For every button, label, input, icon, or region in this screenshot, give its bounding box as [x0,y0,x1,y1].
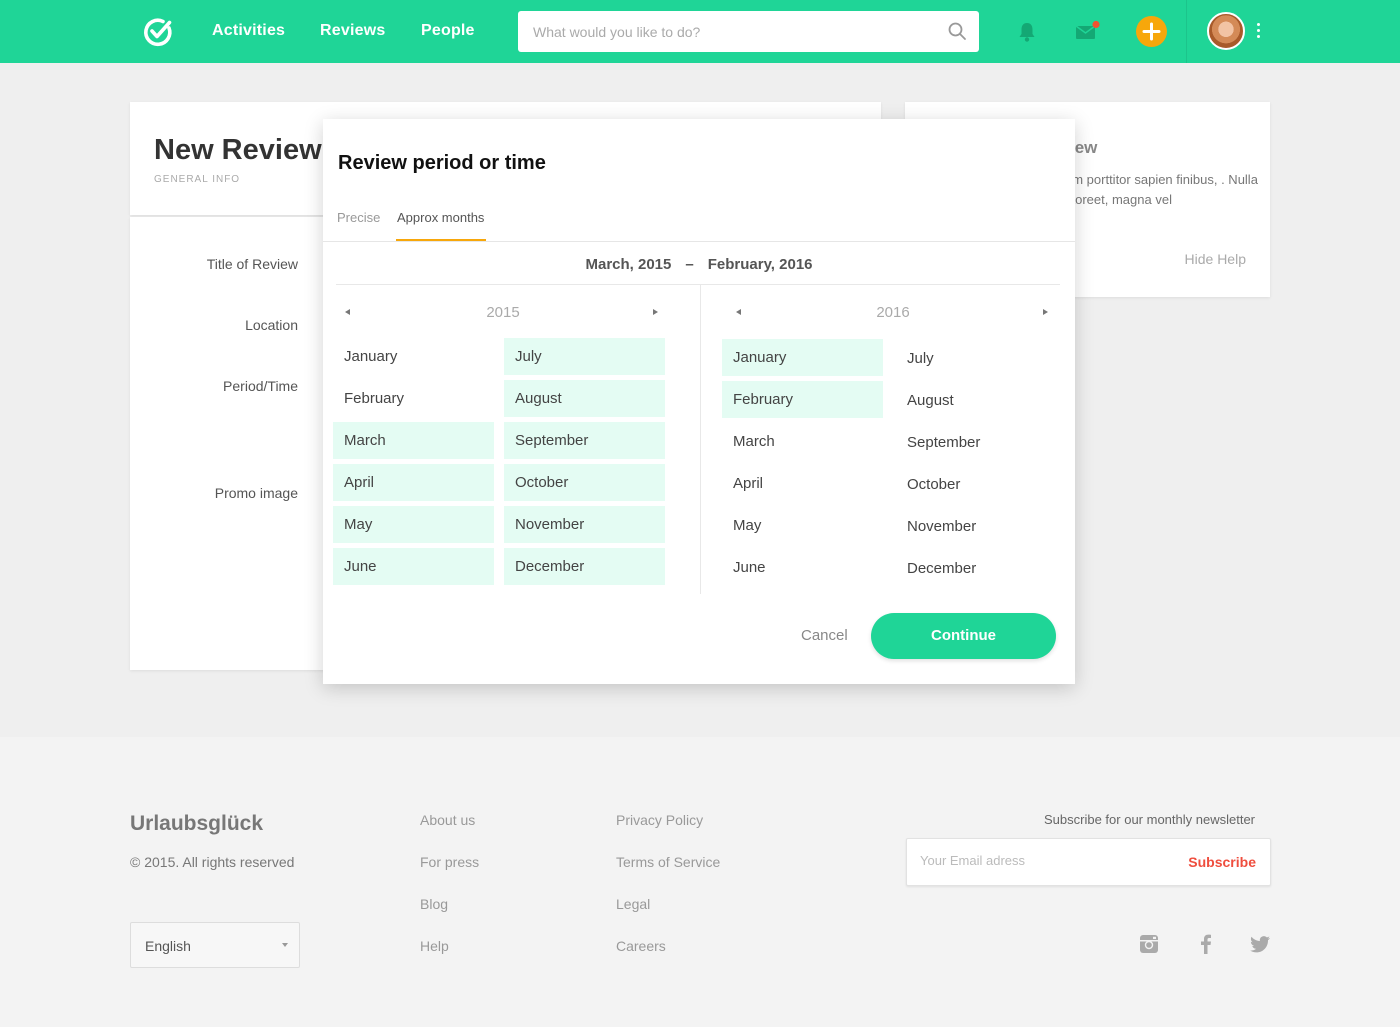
month-cell-july[interactable]: July [896,340,1057,377]
month-cell-october[interactable]: October [504,464,665,501]
field-label-period: Period/Time [223,378,298,394]
search-box [518,11,979,52]
plus-icon[interactable] [1135,15,1168,48]
footer-link-help[interactable]: Help [420,938,449,954]
month-cell-march[interactable]: March [722,423,883,460]
month-cell-december[interactable]: December [504,548,665,585]
year-label: 2016 [876,304,910,321]
continue-button[interactable]: Continue [871,613,1056,659]
nav-people[interactable]: People [421,22,475,40]
mail-icon[interactable] [1075,20,1101,42]
month-cell-june[interactable]: June [722,549,883,586]
month-cell-september[interactable]: September [896,424,1057,461]
logo-check-icon[interactable] [142,16,174,48]
range-divider [336,284,1060,285]
cancel-button[interactable]: Cancel [801,627,848,644]
month-cell-may[interactable]: May [722,507,883,544]
language-value: English [145,938,191,954]
modal-title: Review period or time [338,152,546,174]
month-cell-may[interactable]: May [333,506,494,543]
month-cell-march[interactable]: March [333,422,494,459]
email-field[interactable] [920,853,1160,868]
footer-link-legal[interactable]: Legal [616,896,650,912]
month-cell-december[interactable]: December [896,550,1057,587]
range-start: March, 2015 [585,256,672,273]
footer-link-press[interactable]: For press [420,854,479,870]
newsletter-label: Subscribe for our monthly newsletter [1044,812,1255,827]
search-icon[interactable] [947,21,967,41]
month-cell-july[interactable]: July [504,338,665,375]
page-subtitle: GENERAL INFO [154,174,241,185]
range-separator: – [685,256,694,273]
footer-link-blog[interactable]: Blog [420,896,448,912]
search-input[interactable] [533,22,933,42]
month-cell-november[interactable]: November [896,508,1057,545]
footer-link-careers[interactable]: Careers [616,938,666,954]
year-label: 2015 [486,304,520,321]
avatar[interactable] [1207,12,1245,50]
language-select[interactable]: English [130,922,300,968]
year-column-divider [700,285,701,594]
month-cell-january[interactable]: January [722,339,883,376]
chevron-down-icon [282,943,288,947]
month-cell-august[interactable]: August [896,382,1057,419]
selected-range: March, 2015– February, 2016 [323,256,1075,273]
month-cell-june[interactable]: June [333,548,494,585]
month-cell-october[interactable]: October [896,466,1057,503]
month-cell-september[interactable]: September [504,422,665,459]
tab-precise[interactable]: Precise [337,210,380,225]
field-label-promo: Promo image [214,485,298,501]
footer: Urlaubsglück © 2015. All rights reserved… [0,737,1400,1027]
twitter-icon[interactable] [1249,933,1271,955]
more-vertical-icon[interactable] [1257,23,1261,41]
nav-divider [1186,0,1187,63]
instagram-icon[interactable] [1138,933,1160,955]
month-cell-november[interactable]: November [504,506,665,543]
hide-help-link[interactable]: Hide Help [1185,251,1246,267]
tabs-divider [323,241,1075,242]
page-title: New Review [154,134,322,166]
top-navbar: Activities Reviews People [0,0,1400,63]
month-cell-february[interactable]: February [333,380,494,417]
field-label-location: Location [245,317,298,333]
nav-activities[interactable]: Activities [212,22,285,40]
month-cell-january[interactable]: January [333,338,494,375]
next-year-icon[interactable] [653,309,658,315]
month-cell-april[interactable]: April [722,465,883,502]
bell-icon[interactable] [1017,21,1037,43]
month-cell-august[interactable]: August [504,380,665,417]
range-end: February, 2016 [707,256,813,273]
footer-link-privacy[interactable]: Privacy Policy [616,812,703,828]
facebook-icon[interactable] [1195,933,1217,955]
footer-brand: Urlaubsglück [130,812,264,835]
year-header-2015: 2015 [333,303,673,325]
year-header-2016: 2016 [723,303,1063,325]
field-label-title: Title of Review [206,256,298,272]
review-period-modal: Review period or time Precise Approx mon… [323,119,1075,684]
month-cell-april[interactable]: April [333,464,494,501]
month-cell-february[interactable]: February [722,381,883,418]
tab-approx-months[interactable]: Approx months [397,210,484,225]
newsletter-box: Subscribe [906,838,1271,886]
help-text: um porttitor sapien finibus, . Nulla lao… [1065,172,1258,207]
subscribe-button[interactable]: Subscribe [1188,854,1256,870]
footer-copyright: © 2015. All rights reserved [130,854,295,870]
footer-link-about[interactable]: About us [420,812,475,828]
next-year-icon[interactable] [1043,309,1048,315]
footer-link-terms[interactable]: Terms of Service [616,854,720,870]
nav-reviews[interactable]: Reviews [320,22,385,40]
